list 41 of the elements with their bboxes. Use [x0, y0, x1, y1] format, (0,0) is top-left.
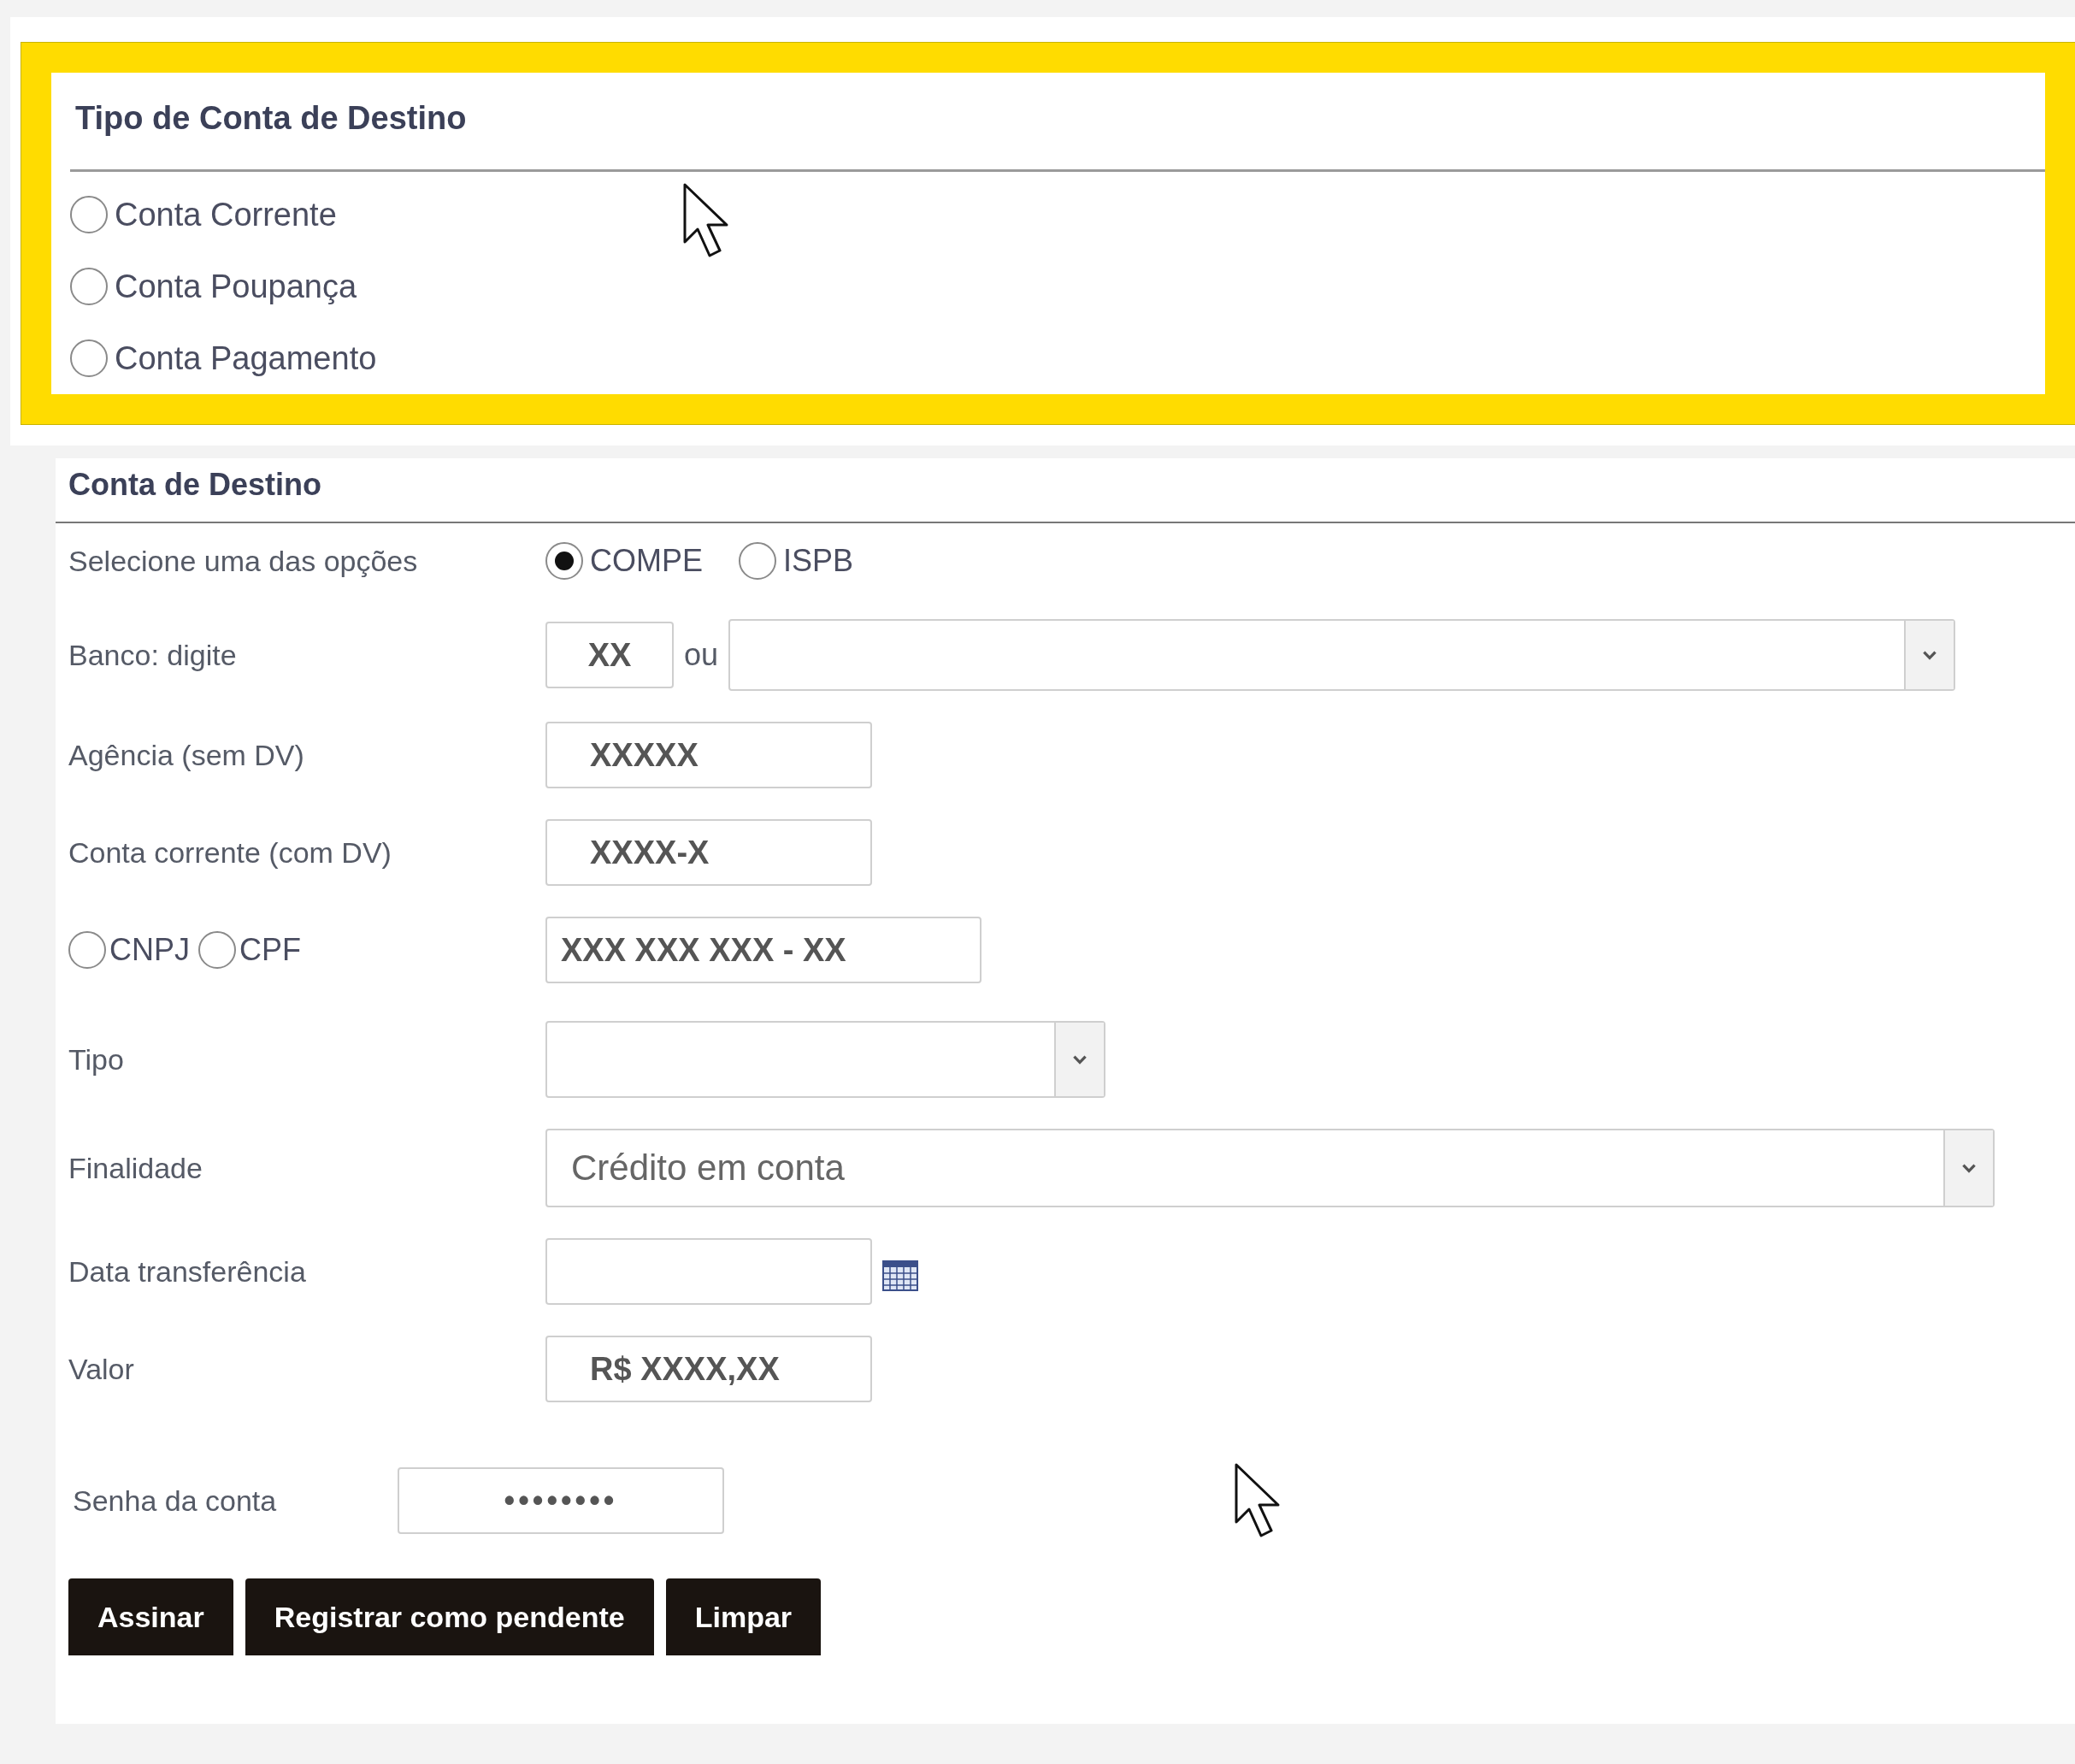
- radio-label: Conta Corrente: [115, 196, 337, 233]
- calendar-icon[interactable]: [882, 1260, 918, 1291]
- input-field[interactable]: ••••••••: [398, 1467, 724, 1534]
- radio-button[interactable]: [70, 268, 108, 305]
- input-field[interactable]: XXXXX: [545, 722, 872, 788]
- chevron-icon: [1943, 1130, 1993, 1206]
- radio-label: Conta Poupança: [115, 268, 357, 305]
- input-field[interactable]: XX: [545, 622, 674, 688]
- input-field[interactable]: XXXX-X: [545, 819, 872, 886]
- field-label: Finalidade: [68, 1151, 203, 1185]
- field-label: Conta corrente (com DV): [68, 835, 392, 870]
- radio-label: CNPJ: [109, 932, 190, 968]
- action-button[interactable]: Registrar como pendente: [245, 1578, 654, 1655]
- input-field[interactable]: [545, 1238, 872, 1305]
- chevron-icon: [1904, 621, 1954, 689]
- radio-label: ISPB: [783, 543, 854, 579]
- section-title: Tipo de Conta de Destino: [74, 99, 468, 138]
- section-title: Conta de Destino: [68, 466, 322, 504]
- field-label: Data transferência: [68, 1254, 307, 1289]
- radio-button[interactable]: [70, 196, 108, 233]
- radio-button[interactable]: [739, 542, 776, 580]
- dropdown[interactable]: Crédito em conta: [545, 1129, 1995, 1207]
- field-label: Banco: digite: [68, 638, 238, 672]
- field-label: Senha da conta: [73, 1484, 278, 1518]
- radio-button[interactable]: [545, 542, 583, 580]
- connector-text: ou: [684, 637, 719, 673]
- radio-button[interactable]: [198, 931, 236, 969]
- radio-label: COMPE: [590, 543, 703, 579]
- action-button[interactable]: Assinar: [68, 1578, 233, 1655]
- radio-button[interactable]: [68, 931, 106, 969]
- chevron-icon: [1054, 1023, 1104, 1096]
- input-field[interactable]: XXX XXX XXX - XX: [545, 917, 981, 983]
- field-label: Agência (sem DV): [68, 738, 305, 772]
- radio-button[interactable]: [70, 339, 108, 377]
- input-field[interactable]: R$ XXXX,XX: [545, 1336, 872, 1402]
- field-label: Valor: [68, 1352, 135, 1386]
- field-label: Tipo: [68, 1042, 125, 1077]
- field-label: Selecione uma das opções: [68, 544, 419, 578]
- action-button[interactable]: Limpar: [665, 1578, 822, 1655]
- radio-label: CPF: [239, 932, 301, 968]
- radio-label: Conta Pagamento: [115, 339, 377, 377]
